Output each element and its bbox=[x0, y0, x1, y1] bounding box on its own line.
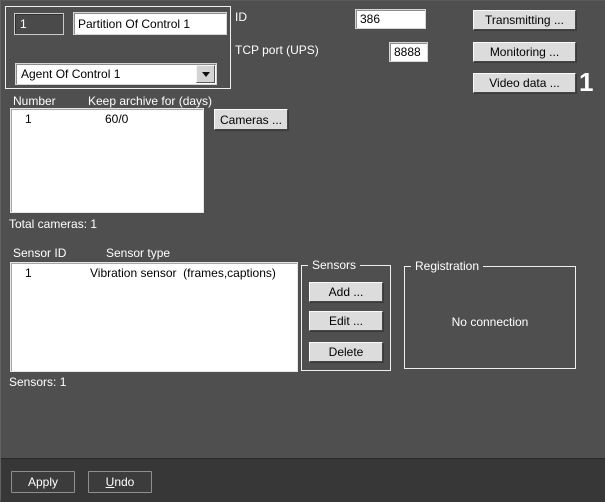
undo-button[interactable]: Undo bbox=[88, 471, 152, 493]
sensors-count-label: Sensors: 1 bbox=[9, 375, 67, 389]
cameras-button[interactable]: Cameras ... bbox=[214, 109, 288, 130]
connection-status: No connection bbox=[451, 315, 529, 329]
tcp-port-input[interactable] bbox=[389, 42, 428, 62]
partition-groupbox: 1 Agent Of Control 1 bbox=[5, 6, 231, 89]
camera-column-archive: Keep archive for (days) bbox=[88, 94, 213, 108]
camera-column-number: Number bbox=[13, 94, 56, 108]
edit-sensor-button[interactable]: Edit ... bbox=[309, 311, 383, 331]
add-sensor-button[interactable]: Add ... bbox=[309, 282, 383, 302]
camera-list-row[interactable]: 1 60/0 bbox=[11, 112, 203, 128]
total-cameras-label: Total cameras: 1 bbox=[9, 217, 98, 231]
footer-bar: Apply Undo bbox=[1, 458, 605, 502]
annotation-badge-1: 1 bbox=[579, 67, 594, 97]
sensor-list-row[interactable]: 1 Vibration sensor (frames,captions) bbox=[11, 266, 297, 282]
apply-button[interactable]: Apply bbox=[11, 471, 75, 493]
camera-list[interactable]: 1 60/0 bbox=[10, 108, 204, 213]
agent-select[interactable]: Agent Of Control 1 bbox=[15, 63, 217, 85]
tcp-port-label: TCP port (UPS) bbox=[235, 43, 319, 57]
sensor-id-cell: 1 bbox=[25, 266, 32, 280]
undo-button-accel: U bbox=[105, 475, 115, 489]
partition-id-field[interactable]: 1 bbox=[14, 13, 64, 35]
video-data-button[interactable]: Video data ... bbox=[473, 73, 576, 93]
settings-panel: { "colors": { "panel_bg": "#4f4f4f", "fo… bbox=[0, 0, 605, 502]
sensor-column-type: Sensor type bbox=[106, 246, 171, 260]
sensor-type-cell: Vibration sensor (frames,captions) bbox=[90, 266, 276, 280]
sensors-group-label: Sensors bbox=[308, 258, 361, 272]
registration-group-label: Registration bbox=[411, 259, 484, 273]
partition-name-input[interactable] bbox=[73, 12, 227, 35]
agent-select-value: Agent Of Control 1 bbox=[21, 67, 121, 81]
chevron-down-icon bbox=[201, 71, 210, 77]
combo-dropdown-button[interactable] bbox=[196, 65, 215, 83]
registration-groupbox: Registration No connection bbox=[404, 259, 576, 369]
transmitting-button[interactable]: Transmitting ... bbox=[473, 10, 576, 30]
delete-sensor-button[interactable]: Delete bbox=[309, 342, 383, 362]
sensor-column-id: Sensor ID bbox=[13, 246, 67, 260]
id-input[interactable] bbox=[355, 9, 426, 29]
undo-button-rest: ndo bbox=[114, 475, 135, 489]
sensor-list[interactable]: 1 Vibration sensor (frames,captions) bbox=[10, 262, 298, 372]
monitoring-button[interactable]: Monitoring ... bbox=[473, 42, 576, 62]
id-label: ID bbox=[235, 10, 247, 24]
camera-number-cell: 1 bbox=[25, 112, 32, 126]
camera-archive-cell: 60/0 bbox=[105, 112, 129, 126]
